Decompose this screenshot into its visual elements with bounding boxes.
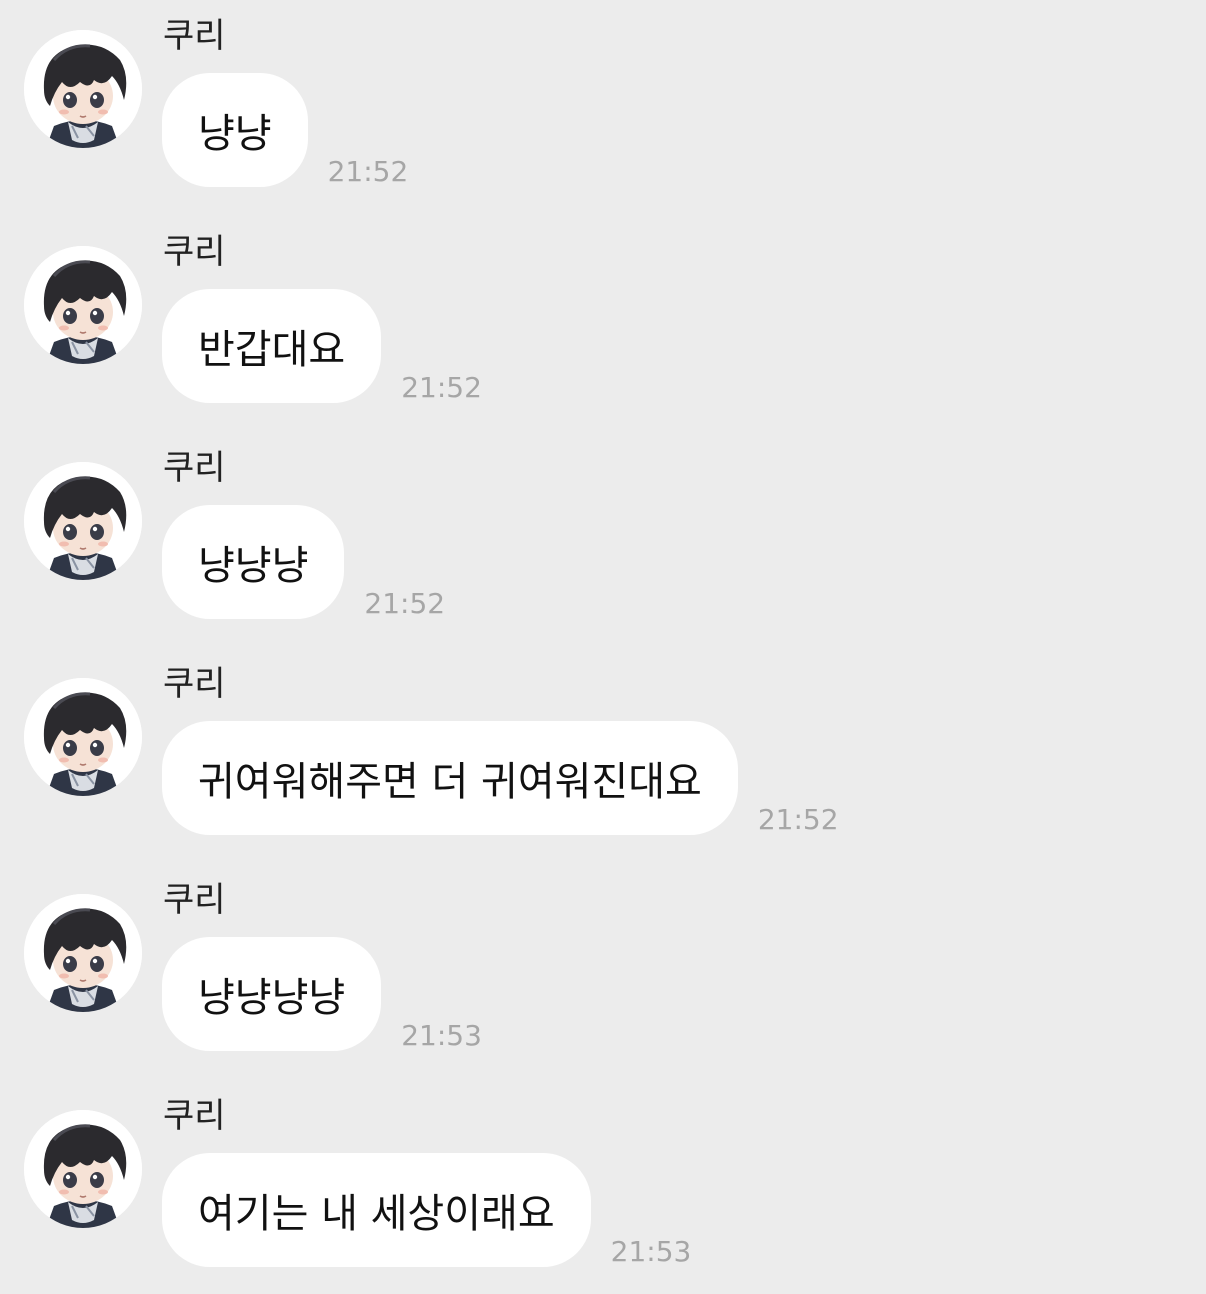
message-timestamp: 21:52 — [327, 155, 409, 188]
message-row: 귀여워해주면 더 귀여워진대요 21:52 — [162, 721, 839, 835]
message-timestamp: 21:52 — [757, 803, 839, 836]
message-item: 쿠리 냥냥냥냥 21:53 — [0, 864, 1206, 1064]
message-bubble[interactable]: 냥냥냥냥 — [162, 937, 382, 1051]
message-item: 쿠리 여기는 내 세상이래요 21:53 — [0, 1080, 1206, 1280]
message-row: 냥냥냥냥 21:53 — [162, 937, 482, 1051]
message-timestamp: 21:53 — [401, 1019, 482, 1052]
avatar[interactable] — [24, 1110, 142, 1228]
message-item: 쿠리 반갑대요 21:52 — [0, 216, 1206, 416]
message-timestamp: 21:52 — [364, 587, 446, 620]
message-row: 냥냥냥 21:52 — [162, 505, 445, 619]
sender-name: 쿠리 — [163, 232, 226, 272]
message-row: 반갑대요 21:52 — [162, 289, 482, 403]
message-item: 쿠리 냥냥냥 21:52 — [0, 432, 1206, 632]
message-bubble[interactable]: 냥냥냥 — [162, 505, 345, 619]
message-bubble[interactable]: 반갑대요 — [162, 289, 382, 403]
chibi-character-avatar-icon — [24, 1110, 142, 1228]
chibi-character-avatar-icon — [24, 678, 142, 796]
sender-name: 쿠리 — [163, 664, 226, 704]
message-item: 쿠리 냥냥 21:52 — [0, 0, 1206, 200]
message-bubble[interactable]: 여기는 내 세상이래요 — [162, 1153, 591, 1267]
chibi-character-avatar-icon — [24, 246, 142, 364]
chibi-character-avatar-icon — [24, 894, 142, 1012]
avatar[interactable] — [24, 678, 142, 796]
message-item: 쿠리 귀여워해주면 더 귀여워진대요 21:52 — [0, 648, 1206, 848]
avatar[interactable] — [24, 462, 142, 580]
sender-name: 쿠리 — [163, 16, 226, 56]
avatar[interactable] — [24, 246, 142, 364]
sender-name: 쿠리 — [163, 1096, 226, 1136]
message-bubble[interactable]: 냥냥 — [162, 73, 308, 187]
chibi-character-avatar-icon — [24, 462, 142, 580]
message-row: 여기는 내 세상이래요 21:53 — [162, 1153, 691, 1267]
chibi-character-avatar-icon — [24, 30, 142, 148]
message-timestamp: 21:53 — [610, 1235, 692, 1268]
message-bubble[interactable]: 귀여워해주면 더 귀여워진대요 — [162, 721, 738, 835]
avatar[interactable] — [24, 30, 142, 148]
sender-name: 쿠리 — [163, 880, 226, 920]
chat-list[interactable]: 쿠리 냥냥 21:52 쿠리 반갑대요 21:52 쿠리 냥냥냥 21:52 쿠… — [0, 0, 1206, 1294]
sender-name: 쿠리 — [163, 448, 226, 488]
message-row: 냥냥 21:52 — [162, 73, 408, 187]
message-timestamp: 21:52 — [401, 371, 482, 404]
avatar[interactable] — [24, 894, 142, 1012]
